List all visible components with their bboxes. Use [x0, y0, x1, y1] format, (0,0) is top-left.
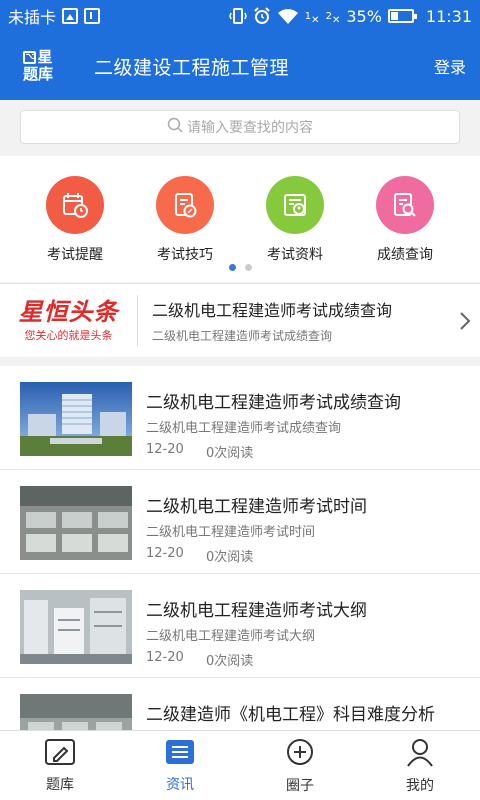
bottom-tab-bar: 题库 资讯 圈子 我的 — [0, 730, 480, 800]
tab-question-bank[interactable]: 题库 — [0, 731, 120, 800]
news-thumbnail — [20, 382, 132, 456]
chevron-right-icon[interactable] — [450, 311, 480, 331]
news-icon — [164, 738, 196, 770]
calendar-clock-icon — [46, 176, 104, 234]
tab-label: 资讯 — [166, 776, 194, 793]
category-exam-materials[interactable]: 考试资料 — [245, 176, 345, 264]
headline-subtitle: 二级机电工程建造师考试成绩查询 — [152, 329, 333, 343]
news-subtitle: 二级机电工程建造师考试成绩查询 — [146, 421, 342, 436]
category-score-query[interactable]: 成绩查询 — [355, 176, 455, 264]
category-label: 考试技巧 — [157, 247, 213, 263]
news-reads: 0次阅读 — [206, 654, 254, 669]
search-placeholder: 请输入要查找的内容 — [187, 120, 313, 136]
news-date: 12-20 — [146, 650, 184, 665]
news-list: 二级机电工程建造师考试成绩查询 二级机电工程建造师考试成绩查询 12-20 0次… — [0, 366, 480, 730]
clock: 11:31 — [425, 6, 472, 26]
vibrate-icon — [229, 7, 247, 25]
news-date: 12-20 — [146, 546, 184, 561]
news-reads: 0次阅读 — [206, 550, 254, 565]
wifi-icon — [277, 7, 299, 25]
category-label: 考试提醒 — [47, 247, 103, 263]
user-icon — [405, 737, 435, 771]
search-area: 请输入要查找的内容 — [0, 100, 480, 156]
headline-banner[interactable]: 星恒头条 您关心的就是头条 二级机电工程建造师考试成绩查询 二级机电工程建造师考… — [0, 283, 480, 357]
question-bank-icon — [44, 738, 76, 770]
news-title: 二级机电工程建造师考试成绩查询 — [146, 393, 401, 413]
news-title: 二级机电工程建造师考试大纲 — [146, 601, 367, 621]
list-item[interactable]: 二级机电工程建造师考试大纲 二级机电工程建造师考试大纲 12-20 0次阅读 — [0, 574, 480, 678]
page-title: 二级建设工程施工管理 — [94, 56, 290, 79]
category-exam-tips[interactable]: 考试技巧 — [135, 176, 235, 264]
page-dot[interactable] — [244, 264, 252, 271]
news-thumbnail — [20, 486, 132, 560]
app-logo[interactable]: ⌥ 星 题库 — [18, 46, 58, 86]
news-subtitle: 二级机电工程建造师考试时间 — [146, 525, 316, 540]
login-button[interactable]: 登录 — [434, 54, 466, 78]
status-bar: 未插卡 1 ✕ 2 ✕ 35% 11:31 — [0, 0, 480, 32]
download-notification-icon — [84, 8, 101, 24]
search-input[interactable]: 请输入要查找的内容 — [20, 110, 460, 144]
signal1-label: 1 — [304, 10, 312, 22]
headline-brand: 星恒头条 — [18, 297, 119, 326]
category-panel: 考试提醒 考试技巧 考试资料 成绩查询 — [0, 156, 480, 282]
headline-brand-logo: 星恒头条 您关心的就是头条 — [0, 294, 138, 347]
headline-slogan: 您关心的就是头条 — [24, 328, 113, 342]
news-thumbnail — [20, 590, 132, 664]
headline-title: 二级机电工程建造师考试成绩查询 — [152, 301, 393, 320]
carrier-label: 未插卡 — [8, 8, 57, 27]
logo-text-2: 题库 — [22, 65, 53, 83]
edit-document-icon — [156, 176, 214, 234]
category-label: 成绩查询 — [377, 247, 433, 263]
page-indicator — [0, 264, 480, 271]
tab-circle[interactable]: 圈子 — [240, 731, 360, 800]
news-subtitle: 二级机电工程建造师考试大纲 — [146, 629, 316, 644]
news-date: 12-20 — [146, 442, 184, 457]
tab-news[interactable]: 资讯 — [120, 731, 240, 800]
app-header: ⌥ 星 题库 二级建设工程施工管理 登录 — [0, 32, 480, 100]
logo-mark-icon: ⌥ — [23, 51, 37, 64]
list-item[interactable]: 二级机电工程建造师考试时间 二级机电工程建造师考试时间 12-20 0次阅读 — [0, 470, 480, 574]
battery-icon — [387, 9, 417, 23]
battery-percent: 35% — [346, 6, 382, 26]
signal2-icon: 2 ✕ — [325, 10, 341, 26]
news-thumbnail — [20, 694, 132, 730]
news-reads: 0次阅读 — [206, 446, 254, 461]
alarm-icon — [253, 7, 271, 25]
logo-text-1: 星 — [37, 48, 53, 66]
news-title: 二级机电工程建造师考试时间 — [146, 497, 367, 517]
signal1-icon: 1 ✕ — [304, 10, 320, 26]
list-item[interactable]: 二级机电工程建造师考试成绩查询 二级机电工程建造师考试成绩查询 12-20 0次… — [0, 366, 480, 470]
circle-plus-icon — [285, 737, 315, 771]
tab-mine[interactable]: 我的 — [360, 731, 480, 800]
search-icon — [167, 117, 183, 137]
tab-label: 题库 — [46, 776, 74, 793]
signal2-label: 2 — [325, 10, 332, 22]
news-title: 二级建造师《机电工程》科目难度分析 — [146, 705, 435, 725]
profile-document-icon — [266, 176, 324, 234]
image-notification-icon — [62, 8, 79, 24]
category-label: 考试资料 — [267, 247, 323, 263]
search-document-icon — [376, 176, 434, 234]
headline-text: 二级机电工程建造师考试成绩查询 二级机电工程建造师考试成绩查询 — [138, 297, 450, 344]
list-item[interactable]: 二级建造师《机电工程》科目难度分析 — [0, 678, 480, 730]
tab-label: 圈子 — [286, 777, 314, 794]
category-exam-reminder[interactable]: 考试提醒 — [25, 176, 125, 264]
tab-label: 我的 — [406, 777, 434, 794]
page-dot-active[interactable] — [228, 264, 236, 271]
